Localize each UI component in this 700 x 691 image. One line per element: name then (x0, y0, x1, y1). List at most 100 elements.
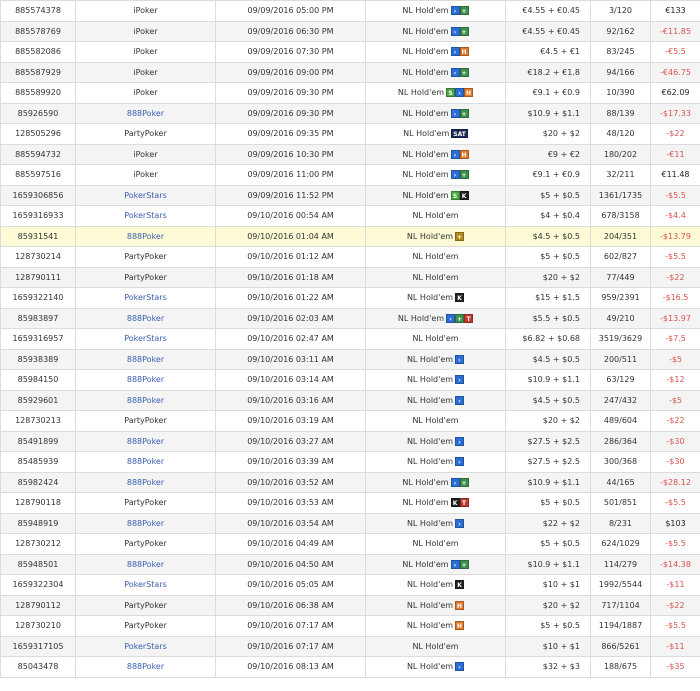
table-row[interactable]: 885574378 iPoker 09/09/2016 05:00 PM NL Hol… (0, 0, 700, 22)
table-row[interactable]: 85984150 888Poker 09/10/2016 03:14 AM NL Ho… (0, 369, 700, 391)
game-label: NL Hold'em (402, 559, 449, 569)
game-type: NL Hold'em K (365, 574, 506, 596)
table-row[interactable]: 128730214 PartyPoker 09/10/2016 01:12 AM NL… (0, 246, 700, 268)
room-name[interactable]: 888Poker (75, 471, 216, 493)
table-row[interactable]: 85938389 888Poker 09/10/2016 03:11 AM NL Ho… (0, 348, 700, 370)
tournament-id: 885582086 (0, 41, 76, 63)
room-name[interactable]: PokerStars (75, 205, 216, 227)
table-row[interactable]: 128790112 PartyPoker 09/10/2016 06:38 AM NL… (0, 594, 700, 616)
start-date: 09/10/2016 01:18 AM (215, 266, 366, 288)
table-row[interactable]: 1659306856 PokerStars 09/09/2016 11:52 PM N… (0, 184, 700, 206)
room-name[interactable]: PokerStars (75, 574, 216, 596)
finish-place: 959/2391 (590, 287, 651, 309)
table-row[interactable]: 85491899 888Poker 09/10/2016 03:27 AM NL Ho… (0, 430, 700, 452)
room-name[interactable]: 888Poker (75, 307, 216, 329)
table-row[interactable]: 128730210 PartyPoker 09/10/2016 07:17 AM NL… (0, 615, 700, 637)
table-row[interactable]: 885597516 iPoker 09/09/2016 11:00 PM NL Hol… (0, 164, 700, 186)
s-icon: S (446, 88, 456, 98)
start-date: 09/10/2016 08:13 AM (215, 656, 366, 678)
room-name[interactable]: 888Poker (75, 348, 216, 370)
table-row[interactable]: 85926590 888Poker 09/09/2016 09:30 PM NL Ho… (0, 102, 700, 124)
tournament-id: 85931541 (0, 225, 76, 247)
room-name[interactable]: 888Poker (75, 553, 216, 575)
buy-in: $10.9 + $1.1 (505, 471, 591, 493)
room-name[interactable]: 888Poker (75, 451, 216, 473)
table-row[interactable]: 85485939 888Poker 09/10/2016 03:39 AM NL Ho… (0, 451, 700, 473)
table-row[interactable]: 885582086 iPoker 09/09/2016 07:30 PM NL Hol… (0, 41, 700, 63)
table-row[interactable]: 885587929 iPoker 09/09/2016 09:00 PM NL Hol… (0, 61, 700, 83)
table-row[interactable]: 85043478 888Poker 09/10/2016 08:13 AM NL Ho… (0, 656, 700, 678)
result-amount: €11.48 (650, 164, 700, 186)
room-name[interactable]: PokerStars (75, 328, 216, 350)
room-name: iPoker (75, 61, 216, 83)
h-icon: H (455, 600, 465, 610)
room-name[interactable]: PokerStars (75, 184, 216, 206)
table-row[interactable]: 85982424 888Poker 09/10/2016 03:52 AM NL Ho… (0, 471, 700, 493)
table-row[interactable]: 128730212 PartyPoker 09/10/2016 04:49 AM NL… (0, 533, 700, 555)
room-name[interactable]: 888Poker (75, 389, 216, 411)
room-name[interactable]: 888Poker (75, 369, 216, 391)
buy-in: $6.82 + $0.68 (505, 328, 591, 350)
speed-icon: › (450, 6, 460, 16)
result-amount: -$5.5 (650, 184, 700, 206)
room-name[interactable]: 888Poker (75, 512, 216, 534)
start-date: 09/10/2016 07:17 AM (215, 615, 366, 637)
table-row[interactable]: 128790111 PartyPoker 09/10/2016 01:18 AM NL… (0, 266, 700, 288)
table-row[interactable]: 1659317105 PokerStars 09/10/2016 07:17 AM N… (0, 635, 700, 657)
speed-icon: › (455, 662, 465, 672)
game-label: NL Hold'em (406, 600, 454, 610)
game-type: NL Hold'em (365, 328, 506, 350)
result-amount: -$22 (650, 266, 700, 288)
result-amount: -$4.4 (650, 205, 700, 227)
room-name[interactable]: PokerStars (75, 287, 216, 309)
table-row[interactable]: 85929601 888Poker 09/10/2016 03:16 AM NL Ho… (0, 389, 700, 411)
table-row[interactable]: 1659316933 PokerStars 09/10/2016 00:54 AM N… (0, 205, 700, 227)
game-label: NL Hold'em (412, 641, 459, 651)
format-badges: › (455, 662, 465, 672)
result-amount: -$5 (650, 348, 700, 370)
buy-in: $5.5 + $0.5 (505, 307, 591, 329)
table-row[interactable]: 85948919 888Poker 09/10/2016 03:54 AM NL Ho… (0, 512, 700, 534)
finish-place: 200/511 (590, 348, 651, 370)
room-name[interactable]: PokerStars (75, 635, 216, 657)
speed-icon: › (450, 559, 460, 569)
plus-icon: + (459, 170, 469, 180)
result-amount: -$5.5 (650, 615, 700, 637)
table-row[interactable]: 885589920 iPoker 09/09/2016 09:30 PM NL Hol… (0, 82, 700, 104)
table-row[interactable]: 1659316957 PokerStars 09/10/2016 02:47 AM N… (0, 328, 700, 350)
buy-in: $5 + $0.5 (505, 533, 591, 555)
format-badges: › (455, 395, 465, 405)
game-label: NL Hold'em (402, 149, 449, 159)
table-row[interactable]: 1659322304 PokerStars 09/10/2016 05:05 AM N… (0, 574, 700, 596)
buy-in: $4 + $0.4 (505, 205, 591, 227)
table-row[interactable]: 85948501 888Poker 09/10/2016 04:50 AM NL Ho… (0, 553, 700, 575)
tournament-id: 85929601 (0, 389, 76, 411)
table-row[interactable]: 128505296 PartyPoker 09/09/2016 09:35 PM NL… (0, 123, 700, 145)
finish-place: 188/675 (590, 656, 651, 678)
table-row[interactable]: 885594732 iPoker 09/09/2016 10:30 PM NL Hol… (0, 143, 700, 165)
table-row[interactable]: 1659322140 PokerStars 09/10/2016 01:22 AM N… (0, 287, 700, 309)
game-label: NL Hold'em (397, 313, 445, 323)
game-label: NL Hold'em (412, 252, 459, 262)
room-name[interactable]: 888Poker (75, 656, 216, 678)
start-date: 09/09/2016 09:00 PM (215, 61, 366, 83)
plus-icon: + (459, 108, 469, 118)
room-name[interactable]: 888Poker (75, 430, 216, 452)
table-row[interactable]: 885578769 iPoker 09/09/2016 06:30 PM NL Hol… (0, 20, 700, 42)
room-name[interactable]: 888Poker (75, 102, 216, 124)
game-label: NL Hold'em (402, 170, 449, 180)
table-row[interactable]: 85983897 888Poker 09/10/2016 02:03 AM NL Ho… (0, 307, 700, 329)
knockout-icon: K (455, 293, 465, 303)
speed-icon: › (450, 47, 460, 57)
table-row[interactable]: 128790118 PartyPoker 09/10/2016 03:53 AM NL… (0, 492, 700, 514)
table-row[interactable]: 85931541 888Poker 09/10/2016 01:04 AM NL Ho… (0, 225, 700, 247)
buy-in: €4.55 + €0.45 (505, 20, 591, 42)
room-name: PartyPoker (75, 266, 216, 288)
start-date: 09/10/2016 03:52 AM (215, 471, 366, 493)
room-name[interactable]: 888Poker (75, 225, 216, 247)
finish-place: 1194/1887 (590, 615, 651, 637)
table-row[interactable]: 128730213 PartyPoker 09/10/2016 03:19 AM NL… (0, 410, 700, 432)
h-icon: H (459, 149, 469, 159)
finish-place: 8/231 (590, 512, 651, 534)
format-badges: › H (450, 47, 469, 57)
